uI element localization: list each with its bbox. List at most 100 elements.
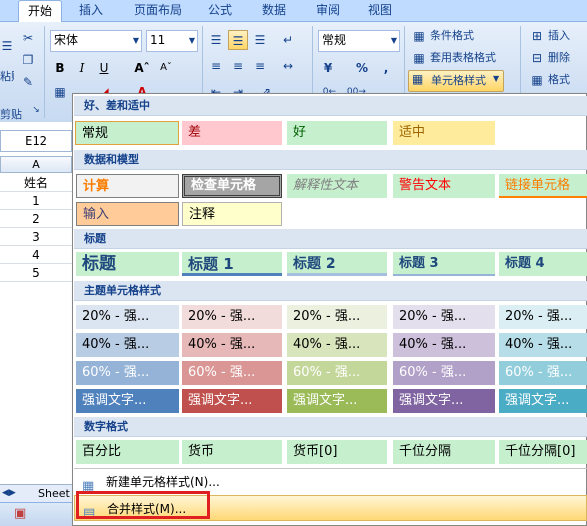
dialog-launcher-icon[interactable]: ↘ <box>30 104 42 116</box>
style-percent[interactable]: 百分比 <box>76 440 179 464</box>
macro-record-icon[interactable]: ▣ <box>14 506 26 521</box>
style-note[interactable]: 注释 <box>182 202 282 226</box>
tab-review[interactable]: 审阅 <box>306 0 350 22</box>
style-heading-3[interactable]: 标题 3 <box>393 252 495 276</box>
currency-icon[interactable]: ¥ <box>318 58 338 78</box>
conditional-format-button[interactable]: 条件格式 <box>430 27 474 45</box>
cell-a1[interactable]: 姓名 <box>0 174 72 192</box>
style-warning[interactable]: 警告文本 <box>393 174 495 198</box>
chevron-down-icon[interactable]: ▼ <box>130 31 142 51</box>
conditional-format-icon: ▦ <box>413 29 425 43</box>
cell-a5[interactable]: 4 <box>0 246 72 264</box>
style-accent4[interactable]: 强调文字... <box>393 389 495 413</box>
style-title[interactable]: 标题 <box>76 252 179 276</box>
tab-formulas[interactable]: 公式 <box>198 0 242 22</box>
style-comma[interactable]: 千位分隔 <box>393 440 495 464</box>
tab-page-layout[interactable]: 页面布局 <box>126 0 190 22</box>
chevron-down-icon: ▼ <box>493 74 500 83</box>
align-bottom-icon[interactable]: ☰ <box>250 30 270 50</box>
grow-font-icon[interactable]: Aˆ <box>132 58 152 78</box>
style-accent2-20[interactable]: 20% - 强... <box>182 305 282 329</box>
style-accent2[interactable]: 强调文字... <box>182 389 282 413</box>
style-heading-4[interactable]: 标题 4 <box>499 252 587 276</box>
align-center-icon[interactable]: ≡ <box>228 56 248 76</box>
format-as-table-button[interactable]: 套用表格格式 <box>430 49 496 67</box>
border-icon[interactable]: ▦ <box>50 82 70 102</box>
align-middle-icon[interactable]: ☰ <box>228 30 248 50</box>
style-accent5[interactable]: 强调文字... <box>499 389 587 413</box>
cell-styles-button[interactable]: ▦ 单元格样式 ▼ <box>408 70 504 92</box>
style-accent4-20[interactable]: 20% - 强... <box>393 305 495 329</box>
italic-icon[interactable]: I <box>72 58 92 78</box>
tab-insert[interactable]: 插入 <box>70 0 112 22</box>
cell-styles-gallery: 好、差和适中 常规 差 好 适中 数据和模型 计算 检查单元格 解释性文本 警告… <box>72 93 587 526</box>
cell-a3[interactable]: 2 <box>0 210 72 228</box>
tab-data[interactable]: 数据 <box>252 0 296 22</box>
style-accent1[interactable]: 强调文字... <box>76 389 179 413</box>
underline-icon[interactable]: U <box>94 58 114 78</box>
insert-cells-icon: ⊞ <box>531 29 543 43</box>
merge-center-icon[interactable]: ↔ <box>278 56 298 76</box>
style-input[interactable]: 输入 <box>76 202 179 226</box>
style-good[interactable]: 好 <box>287 121 387 145</box>
sheet-nav-icon[interactable]: ◀▶ <box>2 485 16 502</box>
style-currency-0[interactable]: 货币[0] <box>287 440 387 464</box>
style-accent5-20[interactable]: 20% - 强... <box>499 305 587 329</box>
insert-cells-button[interactable]: 插入 <box>548 27 570 45</box>
name-box[interactable]: E12 <box>0 130 72 152</box>
percent-icon[interactable]: % <box>352 58 372 78</box>
format-cells-button[interactable]: 格式 <box>548 71 570 89</box>
shrink-font-icon[interactable]: Aˇ <box>156 58 176 78</box>
style-accent2-40[interactable]: 40% - 强... <box>182 333 282 357</box>
chevron-down-icon[interactable]: ▼ <box>388 31 400 51</box>
wrap-text-icon[interactable]: ↵ <box>278 30 298 50</box>
style-accent3-20[interactable]: 20% - 强... <box>287 305 387 329</box>
copy-icon[interactable]: ❐ <box>18 50 38 70</box>
style-comma-0[interactable]: 千位分隔[0] <box>499 440 587 464</box>
style-accent1-60[interactable]: 60% - 强... <box>76 361 179 385</box>
style-accent4-40[interactable]: 40% - 强... <box>393 333 495 357</box>
style-accent5-40[interactable]: 40% - 强... <box>499 333 587 357</box>
style-heading-2[interactable]: 标题 2 <box>287 252 387 276</box>
cell-a6[interactable]: 5 <box>0 264 72 282</box>
format-painter-icon[interactable]: ✎ <box>18 72 38 92</box>
style-accent3-60[interactable]: 60% - 强... <box>287 361 387 385</box>
style-bad[interactable]: 差 <box>182 121 282 145</box>
cell-a4[interactable]: 3 <box>0 228 72 246</box>
style-currency[interactable]: 货币 <box>182 440 282 464</box>
style-accent1-20[interactable]: 20% - 强... <box>76 305 179 329</box>
chevron-down-icon[interactable]: ▼ <box>186 31 198 51</box>
style-explanatory[interactable]: 解释性文本 <box>287 174 387 198</box>
delete-cells-button[interactable]: 删除 <box>548 49 570 67</box>
cell-a2[interactable]: 1 <box>0 192 72 210</box>
format-cells-icon: ▦ <box>531 73 543 87</box>
style-accent1-40[interactable]: 40% - 强... <box>76 333 179 357</box>
column-header-a[interactable]: A <box>0 156 72 173</box>
align-left-icon[interactable]: ≡ <box>206 56 226 76</box>
section-header-titles: 标题 <box>74 229 587 249</box>
style-calculation[interactable]: 计算 <box>76 174 179 198</box>
tab-home[interactable]: 开始 <box>18 0 62 23</box>
tab-view[interactable]: 视图 <box>358 0 402 22</box>
style-check-cell[interactable]: 检查单元格 <box>182 174 282 198</box>
cut-icon[interactable]: ✂ <box>18 28 38 48</box>
style-normal[interactable]: 常规 <box>75 121 179 145</box>
align-top-icon[interactable]: ☰ <box>206 30 226 50</box>
style-accent4-60[interactable]: 60% - 强... <box>393 361 495 385</box>
sheet-tab[interactable]: Sheet <box>38 485 70 502</box>
style-accent3-40[interactable]: 40% - 强... <box>287 333 387 357</box>
style-accent5-60[interactable]: 60% - 强... <box>499 361 587 385</box>
style-linked-cell[interactable]: 链接单元格 <box>499 174 587 198</box>
font-name-select[interactable]: 宋体 <box>50 30 142 52</box>
paste-icon[interactable]: ☰ <box>0 36 14 56</box>
style-accent3[interactable]: 强调文字... <box>287 389 387 413</box>
section-header-number-format: 数字格式 <box>74 417 587 437</box>
comma-icon[interactable]: , <box>376 58 396 78</box>
style-neutral[interactable]: 适中 <box>393 121 495 145</box>
table-format-icon: ▦ <box>413 51 425 65</box>
style-heading-1[interactable]: 标题 1 <box>182 252 282 276</box>
section-header-good-bad: 好、差和适中 <box>74 96 587 116</box>
style-accent2-60[interactable]: 60% - 强... <box>182 361 282 385</box>
bold-icon[interactable]: B <box>50 58 70 78</box>
align-right-icon[interactable]: ≡ <box>250 56 270 76</box>
